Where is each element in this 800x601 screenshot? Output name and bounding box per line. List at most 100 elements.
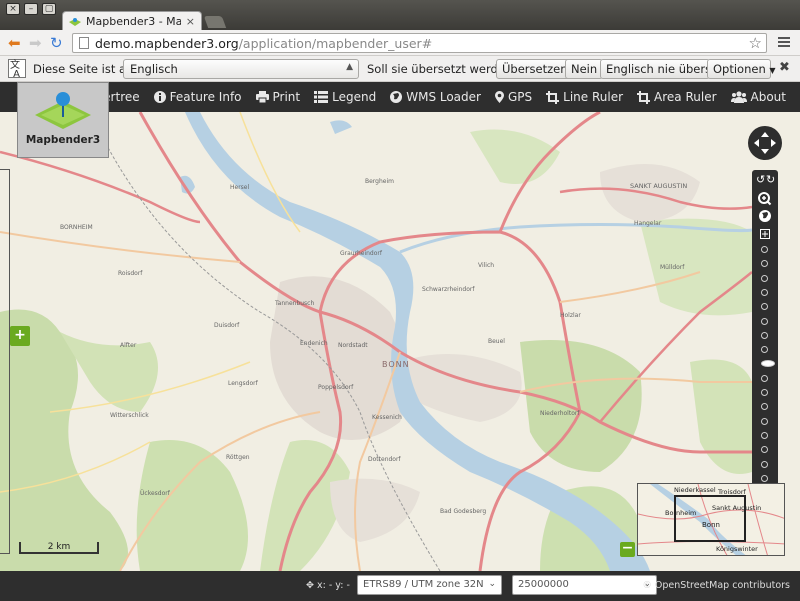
translate-bar-close-icon[interactable]: ✖	[779, 60, 790, 75]
nav-area-ruler[interactable]: Area Ruler	[637, 90, 717, 104]
crs-select[interactable]: ETRS89 / UTM zone 32N ⌄	[357, 575, 502, 595]
options-button[interactable]: Optionen ▼	[707, 59, 776, 79]
nav-label: About	[750, 90, 786, 104]
browser-tab[interactable]: Mapbender3 - Mapbender ×	[62, 11, 202, 31]
layer-panel-frame	[0, 169, 10, 554]
reload-icon[interactable]: ↻	[50, 34, 63, 52]
options-label: Optionen	[713, 62, 766, 76]
map-view[interactable]: SANKT AUGUSTIN BORNHEIM Hersel Bergheim …	[0, 112, 800, 571]
nav-label: WMS Loader	[406, 90, 481, 104]
zoom-level-step[interactable]	[761, 246, 768, 253]
nav-gps[interactable]: GPS	[494, 90, 533, 104]
zoom-level-step[interactable]	[761, 303, 768, 311]
pan-arrows-icon	[754, 132, 776, 154]
nav-legend[interactable]: Legend	[314, 90, 376, 104]
nav-label: Area Ruler	[654, 90, 717, 104]
zoom-level-step[interactable]	[761, 474, 768, 482]
zoom-level-step[interactable]	[761, 346, 768, 354]
zoom-level-step[interactable]	[761, 331, 768, 339]
overview-map[interactable]: Niederkassel Troisdorf Bornheim Sankt Au…	[637, 483, 785, 556]
zoom-level-step[interactable]	[761, 417, 768, 425]
place-label: Hersel	[230, 184, 250, 191]
zoom-level-step[interactable]	[761, 460, 768, 468]
scale-bar: 2 km	[19, 542, 99, 554]
overview-viewport[interactable]	[674, 495, 746, 542]
rotate-right-icon[interactable]: ↻	[766, 174, 775, 186]
place-label: Holzlar	[560, 312, 581, 319]
nav-feature-info[interactable]: Feature Info	[153, 90, 242, 104]
browser-toolbar: ⬅ ➡ ↻ demo.mapbender3.org/application/ma…	[0, 30, 800, 56]
users-icon	[730, 91, 747, 103]
browser-menu-icon[interactable]	[778, 37, 790, 49]
overview-label: Sankt Augustin	[712, 504, 762, 512]
dropdown-arrow-icon: ▼	[769, 66, 776, 75]
coordinates-text: x: - y: -	[317, 580, 350, 591]
translate-language-label: Diese Seite ist auf	[33, 62, 138, 76]
overview-label: Troisdorf	[718, 488, 746, 496]
crosshair-icon: ✥	[306, 580, 314, 591]
zoom-level-step[interactable]	[761, 317, 768, 325]
window-minimize-button[interactable]: –	[24, 3, 38, 15]
info-icon	[153, 91, 166, 103]
scale-value: 25000000	[518, 579, 569, 590]
chevron-down-icon: ⌄	[488, 579, 496, 589]
nav-line-ruler[interactable]: Line Ruler	[546, 90, 623, 104]
map-footer: ✥ x: - y: - ETRS89 / UTM zone 32N ⌄ 2500…	[0, 571, 800, 601]
place-label: Beuel	[488, 338, 505, 345]
nav-label: Feature Info	[169, 90, 242, 104]
pan-control[interactable]	[748, 126, 782, 160]
zoom-level-step[interactable]	[761, 288, 768, 296]
overview-toggle-button[interactable]: −	[620, 541, 635, 557]
window-close-button[interactable]: ×	[6, 3, 20, 15]
zoom-level-step[interactable]	[761, 389, 768, 396]
logo-pin-icon	[35, 92, 91, 129]
no-translate-button[interactable]: Nein	[565, 59, 604, 79]
place-label: BORNHEIM	[60, 224, 93, 231]
forward-icon[interactable]: ➡	[29, 34, 42, 52]
zoom-in-icon[interactable]	[758, 192, 772, 206]
nav-label: Print	[272, 90, 301, 104]
back-icon[interactable]: ⬅	[8, 34, 21, 52]
zoom-level-step[interactable]	[761, 403, 768, 411]
mapbender-logo[interactable]: Mapbender3	[17, 82, 109, 158]
place-label: Bad Godesberg	[440, 508, 487, 515]
crop-icon	[637, 90, 651, 104]
zoom-level-step[interactable]	[761, 374, 768, 382]
nav-about[interactable]: About	[730, 90, 786, 104]
globe-icon[interactable]	[759, 210, 771, 222]
zoom-level-step[interactable]	[761, 274, 768, 282]
zoom-level-step[interactable]	[761, 360, 775, 368]
place-label: Schwarzrheindorf	[422, 286, 475, 293]
add-layer-button[interactable]: +	[10, 326, 30, 346]
list-icon	[314, 91, 329, 103]
attribution: © OpenStreetMap contributors	[642, 580, 790, 591]
rotate-left-icon[interactable]: ↺	[756, 174, 765, 186]
source-language-value: Englisch	[130, 62, 178, 76]
translate-button[interactable]: Übersetzen	[496, 59, 574, 79]
address-bar[interactable]: demo.mapbender3.org/application/mapbende…	[72, 33, 767, 53]
app-toolbar: Layertree Feature Info Print Legend WMS …	[0, 82, 800, 112]
nav-label: GPS	[507, 90, 533, 104]
new-tab-button[interactable]	[203, 16, 227, 28]
nav-wms-loader[interactable]: WMS Loader	[390, 90, 481, 104]
zoom-box-icon[interactable]	[760, 229, 770, 239]
url-path: /application/mapbender_user#	[238, 35, 433, 51]
place-label: SANKT AUGUSTIN	[630, 182, 688, 190]
place-label: Graurheindorf	[340, 250, 382, 257]
bookmark-star-icon[interactable]: ☆	[749, 34, 762, 52]
coordinates-display: ✥ x: - y: -	[306, 580, 350, 591]
source-language-select[interactable]: Englisch ▲	[123, 59, 359, 79]
scale-select[interactable]: 25000000 ⌄	[512, 575, 657, 595]
never-translate-button[interactable]: Englisch nie übersetzen	[600, 59, 710, 79]
place-label: Endenich	[300, 340, 328, 347]
zoom-level-step[interactable]	[761, 446, 768, 454]
window-maximize-button[interactable]: ▢	[42, 3, 56, 15]
scale-label: 2 km	[47, 542, 71, 552]
tab-close-icon[interactable]: ×	[186, 15, 195, 28]
logo-text: Mapbender3	[25, 134, 101, 146]
zoom-level-step[interactable]	[761, 431, 768, 439]
select-arrows-icon: ▲	[346, 62, 353, 72]
nav-print[interactable]: Print	[255, 90, 301, 104]
zoom-level-step[interactable]	[761, 260, 768, 268]
place-label: Nordstadt	[338, 342, 368, 349]
